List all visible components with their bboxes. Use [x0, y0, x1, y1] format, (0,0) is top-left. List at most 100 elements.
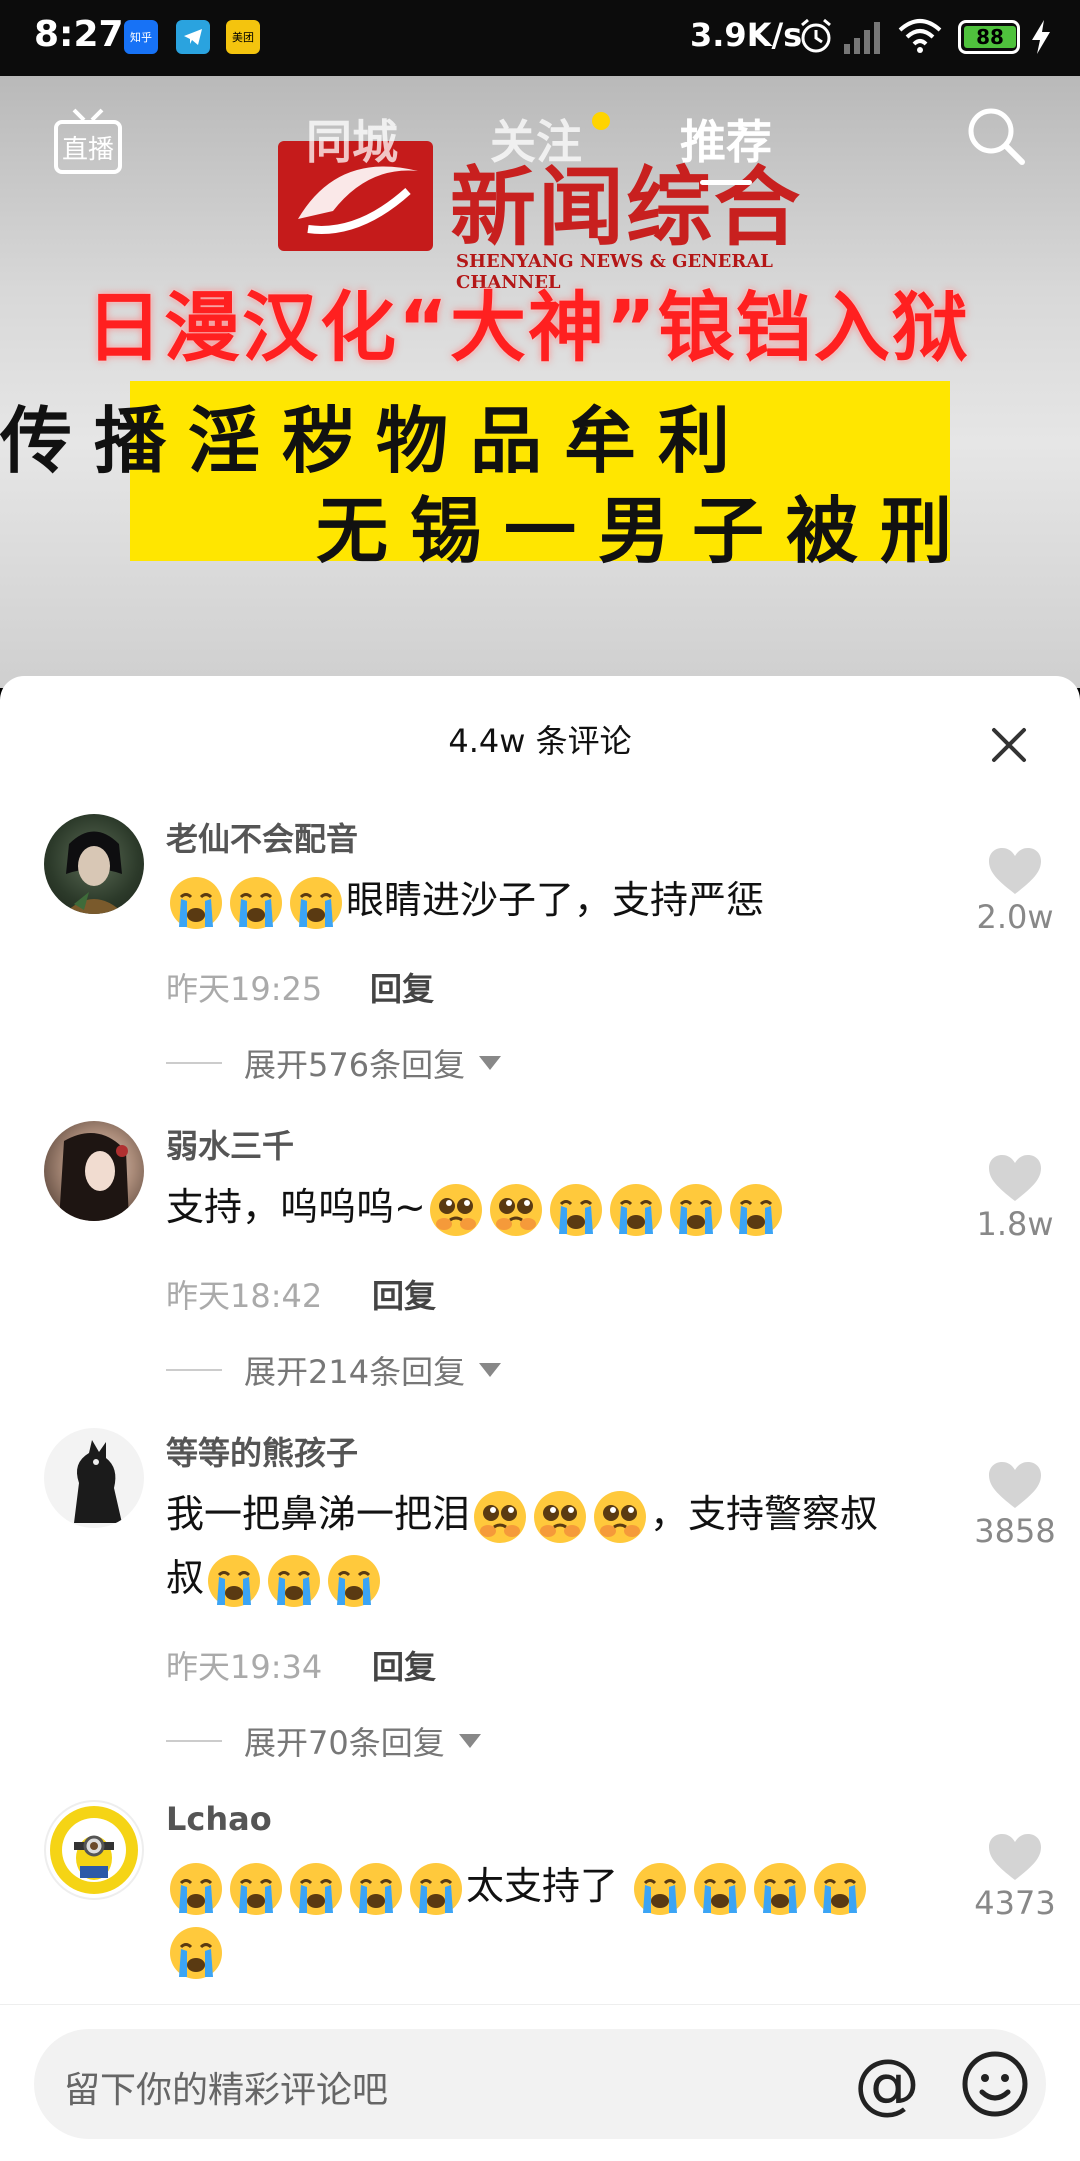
- avatar[interactable]: [44, 1428, 144, 1528]
- comment-username[interactable]: 老仙不会配音: [166, 814, 358, 860]
- pleading-emoji-icon: [488, 1182, 544, 1238]
- close-icon: [992, 728, 1026, 762]
- reply-button[interactable]: 回复: [372, 1271, 436, 1317]
- video-headline-red: 日漫汉化“大神”锒铛入狱: [86, 283, 970, 372]
- tab-nearby[interactable]: 同城: [306, 106, 398, 172]
- comment-text: 太支持了: [166, 1854, 926, 1982]
- comment-input[interactable]: 留下你的精彩评论吧 @: [34, 2029, 1046, 2139]
- crying-emoji-icon: [288, 875, 344, 931]
- signal-icon: [842, 16, 886, 60]
- emoji-button[interactable]: [958, 2047, 1032, 2121]
- crying-emoji-icon: [752, 1861, 808, 1917]
- comment-text: 支持，呜呜呜~: [166, 1175, 926, 1239]
- battery-level: 88: [964, 25, 1016, 49]
- heart-icon: [989, 1834, 1041, 1880]
- pleading-emoji-icon: [472, 1489, 528, 1545]
- avatar[interactable]: [44, 1121, 144, 1221]
- crying-emoji-icon: [348, 1861, 404, 1917]
- like-count: 2.0w: [976, 898, 1054, 936]
- crying-emoji-icon: [692, 1861, 748, 1917]
- crying-emoji-icon: [288, 1861, 344, 1917]
- comments-sheet: 4.4w 条评论 老仙不会配音 眼睛进沙子了，支持严惩 昨天19:25 回复 展…: [0, 676, 1080, 2160]
- search-button[interactable]: [964, 104, 1028, 168]
- network-speed: 3.9K/s: [690, 16, 803, 54]
- mention-button[interactable]: @: [850, 2047, 924, 2121]
- pleading-emoji-icon: [592, 1489, 648, 1545]
- expand-replies-button[interactable]: 展开214条回复: [166, 1347, 502, 1393]
- telegram-icon: [176, 20, 210, 54]
- charging-icon: [1030, 18, 1052, 60]
- like-button[interactable]: 3858: [970, 1460, 1060, 1550]
- like-button[interactable]: 4373: [970, 1832, 1060, 1922]
- avatar[interactable]: [44, 814, 144, 914]
- expand-replies-label: 展开70条回复: [244, 1724, 445, 1762]
- like-count: 1.8w: [976, 1205, 1054, 1243]
- expand-replies-button[interactable]: 展开576条回复: [166, 1040, 502, 1086]
- comment-username[interactable]: 等等的熊孩子: [166, 1428, 358, 1474]
- comment-text-content: 我一把鼻涕一把泪: [166, 1492, 471, 1536]
- alarm-icon: [798, 16, 834, 60]
- top-nav: 直播 同城 关注 推荐: [0, 76, 1080, 186]
- comment-text: 眼睛进沙子了，支持严惩: [166, 868, 926, 932]
- like-button[interactable]: 1.8w: [970, 1153, 1060, 1243]
- tab-following[interactable]: 关注: [490, 106, 582, 172]
- status-bar: 8:27 知乎 美团 3.9K/s 88: [0, 0, 1080, 76]
- divider: [166, 1369, 222, 1371]
- reply-button[interactable]: 回复: [370, 964, 434, 1010]
- comment-username[interactable]: 弱水三千: [166, 1121, 294, 1167]
- comment-text: 我一把鼻涕一把泪 ，支持警察叔叔: [166, 1482, 926, 1610]
- comment-text-content: 叔: [166, 1556, 205, 1600]
- comment-username[interactable]: Lchao: [166, 1800, 272, 1838]
- live-button[interactable]: 直播: [52, 106, 124, 176]
- expand-replies-button[interactable]: 展开70条回复: [166, 1718, 481, 1764]
- chevron-down-icon: [479, 1363, 502, 1377]
- heart-icon: [989, 1155, 1041, 1201]
- smiley-icon: [962, 2051, 1028, 2117]
- crying-emoji-icon: [168, 1925, 224, 1981]
- crying-emoji-icon: [632, 1861, 688, 1917]
- pleading-emoji-icon: [428, 1182, 484, 1238]
- chevron-down-icon: [479, 1056, 502, 1070]
- comment-input-bar: 留下你的精彩评论吧 @: [0, 2004, 1080, 2161]
- avatar[interactable]: [44, 1800, 144, 1900]
- expand-replies-label: 展开576条回复: [244, 1046, 466, 1084]
- comment-text-content: 眼睛进沙子了，支持严惩: [346, 878, 765, 922]
- crying-emoji-icon: [668, 1182, 724, 1238]
- crying-emoji-icon: [266, 1553, 322, 1609]
- battery-icon: 88: [958, 20, 1020, 54]
- svg-text:直播: 直播: [62, 135, 114, 165]
- comment-text-content: 支持，呜呜呜~: [166, 1185, 426, 1229]
- wifi-icon: [896, 16, 944, 60]
- crying-emoji-icon: [228, 1861, 284, 1917]
- divider: [166, 1062, 222, 1064]
- comment-input-placeholder: 留下你的精彩评论吧: [64, 2070, 389, 2111]
- crying-emoji-icon: [168, 875, 224, 931]
- live-tv-icon: 直播: [54, 108, 122, 174]
- meituan-app-icon: 美团: [226, 20, 260, 54]
- expand-replies-label: 展开214条回复: [244, 1353, 466, 1391]
- tab-recommend[interactable]: 推荐: [680, 106, 772, 172]
- active-tab-indicator: [700, 180, 752, 185]
- crying-emoji-icon: [408, 1861, 464, 1917]
- comment-time: 昨天19:25: [166, 970, 323, 1008]
- comment-text-content: ，支持警察叔: [650, 1492, 879, 1536]
- divider: [166, 1740, 222, 1742]
- crying-emoji-icon: [326, 1553, 382, 1609]
- like-count: 3858: [974, 1512, 1056, 1550]
- video-headline-line2: 无锡一男子被刑: [316, 489, 975, 573]
- reply-button[interactable]: 回复: [372, 1642, 436, 1688]
- comment-time: 昨天18:42: [166, 1277, 323, 1315]
- crying-emoji-icon: [812, 1861, 868, 1917]
- zhihu-app-icon: 知乎: [124, 20, 158, 54]
- comments-count-title: 4.4w 条评论: [448, 722, 632, 760]
- comment-time: 昨天19:34: [166, 1648, 323, 1686]
- like-button[interactable]: 2.0w: [970, 846, 1060, 936]
- heart-icon: [989, 1462, 1041, 1508]
- crying-emoji-icon: [228, 875, 284, 931]
- close-button[interactable]: [984, 720, 1034, 770]
- crying-emoji-icon: [206, 1553, 262, 1609]
- pleading-emoji-icon: [532, 1489, 588, 1545]
- comment-text-content: 太支持了: [466, 1864, 619, 1908]
- crying-emoji-icon: [728, 1182, 784, 1238]
- new-content-dot: [592, 112, 610, 130]
